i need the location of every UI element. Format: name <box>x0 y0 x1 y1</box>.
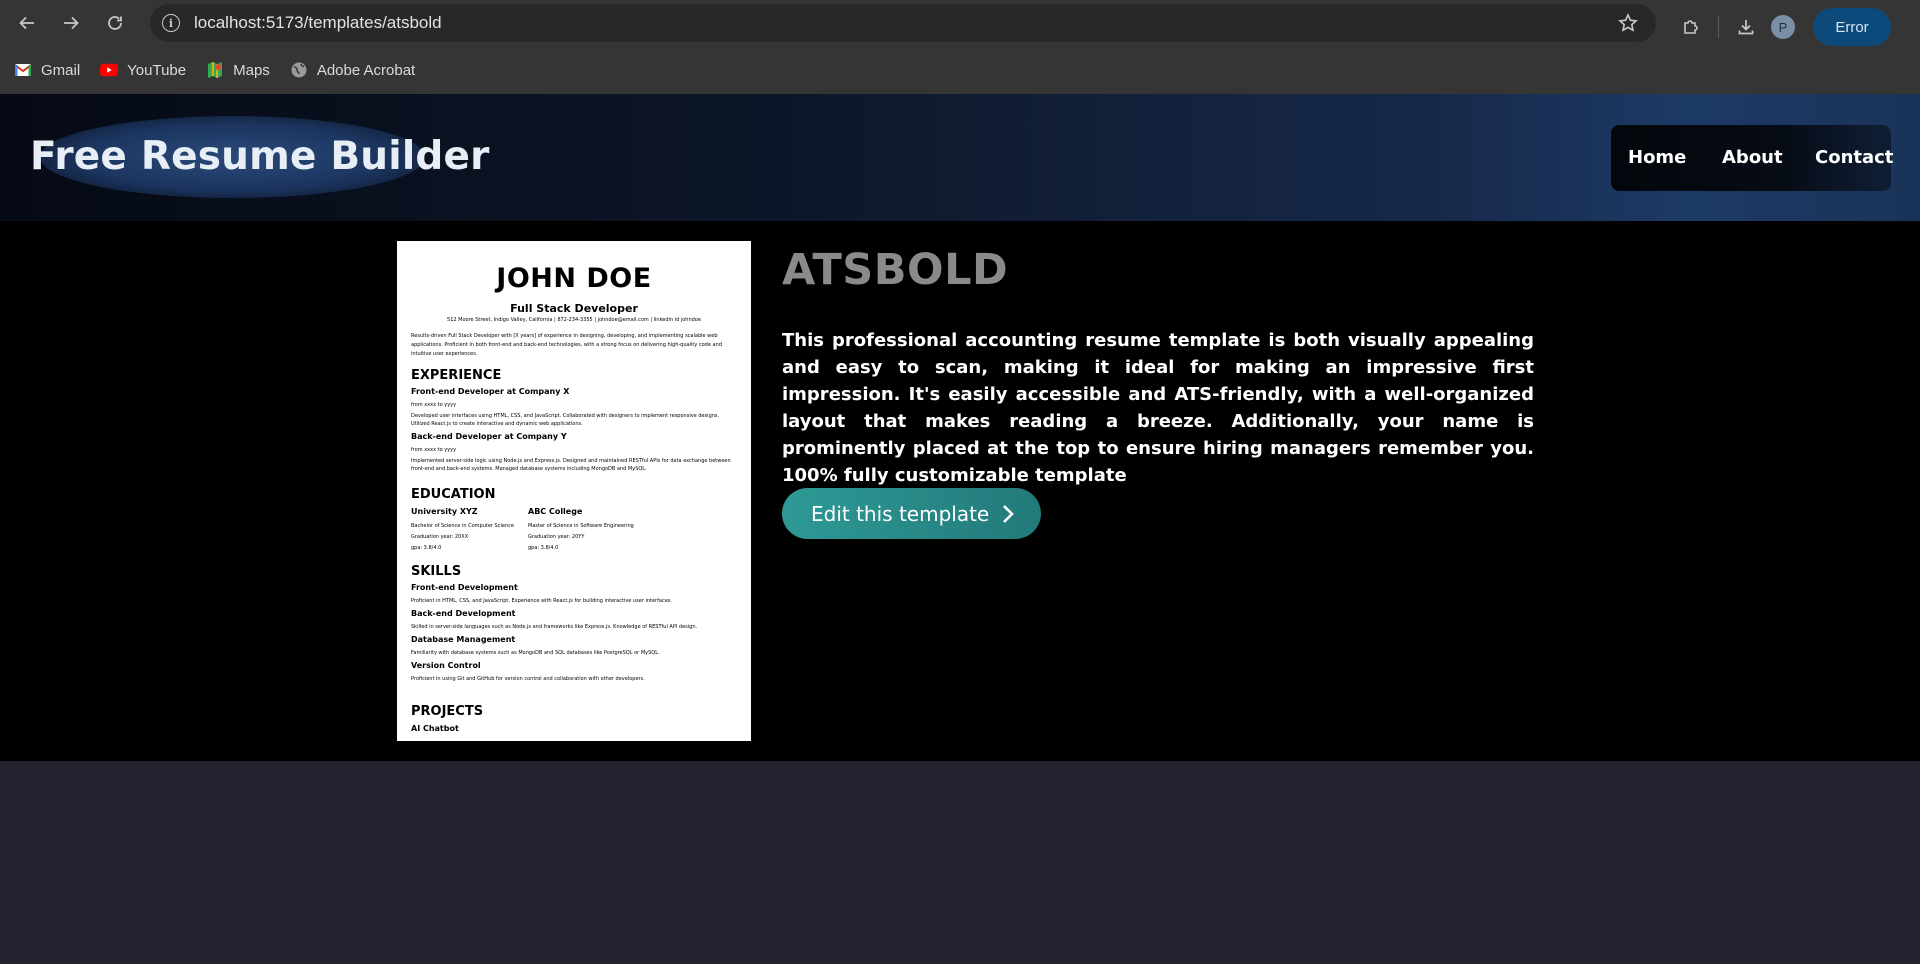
site-header: Free Resume Builder Home About Contact <box>0 94 1920 221</box>
resume-edu-school: ABC College <box>528 507 583 516</box>
bookmark-adobe-acrobat[interactable]: Adobe Acrobat <box>290 61 415 79</box>
bookmark-star-icon[interactable] <box>1618 13 1638 33</box>
resume-job-dates: from xxxx to yyyy <box>411 447 457 453</box>
resume-skill-desc: Proficient in using Git and GitHub for v… <box>411 676 645 682</box>
nav-contact-link[interactable]: Contact <box>1815 147 1893 168</box>
forward-button[interactable] <box>57 9 85 37</box>
bookmark-gmail[interactable]: Gmail <box>14 61 80 79</box>
resume-edu-gpa: gpa: 3.8/4.0 <box>528 545 559 551</box>
resume-summary: Results-driven Full Stack Developer with… <box>411 333 722 357</box>
downloads-button[interactable] <box>1731 12 1761 42</box>
extensions-button[interactable] <box>1676 12 1706 42</box>
resume-preview-image: JOHN DOE Full Stack Developer 512 Moore … <box>397 241 751 741</box>
arrow-right-icon <box>64 16 79 30</box>
resume-skill-desc: Familiarity with database systems such a… <box>411 650 660 656</box>
resume-job-dates: from xxxx to yyyy <box>411 402 457 408</box>
resume-project-title: AI Chatbot <box>411 724 459 733</box>
template-title: ATSBOLD <box>782 245 1009 295</box>
edit-template-button[interactable]: Edit this template <box>782 488 1041 539</box>
bookmark-label: Adobe Acrobat <box>316 61 416 79</box>
resume-projects-heading: PROJECTS <box>411 704 484 719</box>
resume-job-desc: Implemented server-side logic using Node… <box>411 458 731 472</box>
nav-about-link[interactable]: About <box>1722 147 1783 168</box>
resume-edu-degree: Master of Science in Software Engineerin… <box>528 523 634 529</box>
site-logo[interactable]: Free Resume Builder <box>30 134 490 179</box>
resume-skill-title: Front-end Development <box>411 583 518 592</box>
resume-contact: 512 Moore Street, Indigo Valley, Califor… <box>447 317 701 323</box>
resume-skill-title: Database Management <box>411 635 516 644</box>
resume-name: JOHN DOE <box>496 263 652 294</box>
main-nav: Home About Contact <box>1611 125 1893 191</box>
resume-edu-year: Graduation year: 20XX <box>411 534 469 540</box>
resume-experience-heading: EXPERIENCE <box>411 368 502 383</box>
maps-icon <box>206 61 224 79</box>
resume-skill-title: Back-end Development <box>411 609 516 618</box>
download-icon <box>1738 20 1754 35</box>
resume-skill-title: Version Control <box>411 661 481 670</box>
profile-avatar[interactable]: P <box>1771 15 1795 39</box>
bookmarks-bar: Gmail YouTube Maps Adobe Acrobat <box>0 46 1920 94</box>
resume-education-heading: EDUCATION <box>411 487 496 502</box>
reload-icon <box>108 16 122 30</box>
toolbar-divider <box>1718 16 1719 38</box>
address-bar[interactable]: i localhost:5173/templates/atsbold <box>150 4 1656 42</box>
resume-job-title: Front-end Developer at Company X <box>411 387 570 396</box>
url-text[interactable]: localhost:5173/templates/atsbold <box>194 13 442 33</box>
chevron-right-icon <box>1003 504 1015 523</box>
resume-edu-degree: Bachelor of Science in Computer Science <box>411 523 514 529</box>
gmail-icon <box>14 61 32 79</box>
globe-icon <box>290 61 308 79</box>
nav-home-link[interactable]: Home <box>1628 147 1686 168</box>
resume-job-desc: Developed user interfaces using HTML, CS… <box>411 413 720 427</box>
resume-job-title: Back-end Developer at Company Y <box>411 432 567 441</box>
edit-template-label: Edit this template <box>811 501 990 526</box>
site-info-icon[interactable]: i <box>162 14 180 32</box>
resume-edu-year: Graduation year: 20YY <box>528 534 585 540</box>
resume-edu-school: University XYZ <box>411 507 478 516</box>
arrow-left-icon <box>19 16 34 30</box>
resume-skill-desc: Proficient in HTML, CSS, and JavaScript.… <box>411 598 672 604</box>
youtube-icon <box>100 61 119 79</box>
bookmark-label: Maps <box>233 61 270 79</box>
resume-skill-desc: Skilled in server-side languages such as… <box>411 624 698 630</box>
resume-edu-gpa: gpa: 3.8/4.0 <box>411 545 442 551</box>
template-description: This professional accounting resume temp… <box>782 330 1534 486</box>
browser-toolbar: i localhost:5173/templates/atsbold P Err… <box>0 0 1920 46</box>
reload-button[interactable] <box>101 9 129 37</box>
bookmark-label: YouTube <box>127 61 187 79</box>
bookmark-youtube[interactable]: YouTube <box>100 61 186 79</box>
resume-role: Full Stack Developer <box>510 302 638 315</box>
error-button[interactable]: Error <box>1813 8 1891 46</box>
resume-skills-heading: SKILLS <box>411 564 462 579</box>
bookmark-maps[interactable]: Maps <box>206 61 270 79</box>
bookmark-label: Gmail <box>41 61 81 79</box>
puzzle-icon <box>1684 20 1698 34</box>
back-button[interactable] <box>13 9 41 37</box>
